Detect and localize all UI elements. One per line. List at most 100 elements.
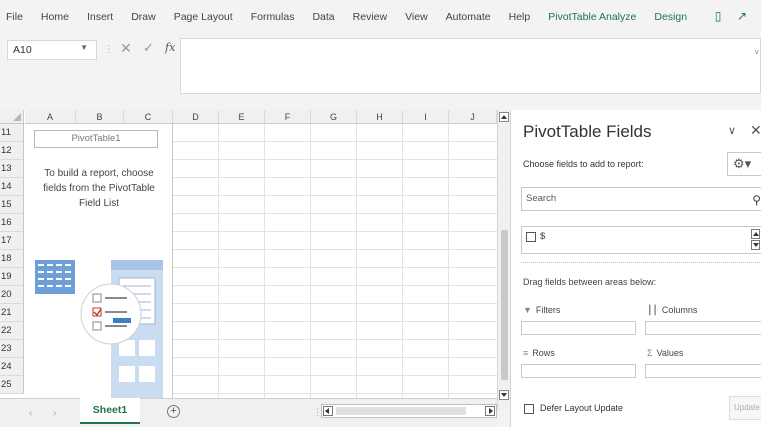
defer-update-label[interactable]: Defer Layout Update (540, 403, 623, 413)
row-header-25[interactable]: 25 (0, 376, 24, 394)
vertical-scrollbar[interactable] (497, 110, 510, 410)
field-checkbox[interactable] (526, 232, 536, 242)
previous-sheet-icon[interactable]: ‹ (29, 408, 32, 419)
name-box[interactable]: A10 ▼ (7, 40, 97, 60)
row-header-17[interactable]: 17 (0, 232, 24, 250)
pane-options-chevron-icon[interactable]: ∨ (728, 124, 736, 137)
gridline (310, 124, 311, 398)
cancel-icon[interactable]: ✕ (120, 40, 132, 57)
columns-drop-zone[interactable] (645, 321, 761, 335)
scroll-up-icon[interactable] (751, 229, 760, 239)
filters-drop-zone[interactable] (521, 321, 636, 335)
filters-label: Filters (535, 305, 561, 315)
tab-pivottable-analyze[interactable]: PivotTable Analyze (548, 11, 636, 23)
field-list-scrollbar[interactable] (750, 229, 761, 251)
scroll-down-icon[interactable] (499, 390, 509, 400)
tab-page-layout[interactable]: Page Layout (174, 11, 233, 23)
row-header-22[interactable]: 22 (0, 322, 24, 340)
next-sheet-icon[interactable]: › (53, 408, 56, 419)
row-header-14[interactable]: 14 (0, 178, 24, 196)
pivottable-instructions: To build a report, choose fields from th… (29, 166, 169, 211)
formula-input[interactable] (180, 38, 761, 94)
column-header-e[interactable]: E (219, 110, 265, 124)
pivottable-placeholder[interactable]: PivotTable1 To build a report, choose fi… (25, 124, 173, 398)
values-label: Values (656, 348, 684, 358)
defer-update-checkbox[interactable] (524, 404, 534, 414)
column-header-d[interactable]: D (173, 110, 219, 124)
add-sheet-icon[interactable]: + (167, 405, 180, 418)
gridline (218, 124, 219, 398)
drag-fields-label: Drag fields between areas below: (523, 277, 657, 287)
sheet-tab-sheet1[interactable]: Sheet1 (80, 398, 140, 424)
scroll-up-icon[interactable] (499, 112, 509, 122)
row-header-24[interactable]: 24 (0, 358, 24, 376)
scroll-right-icon[interactable] (485, 406, 495, 416)
column-header-i[interactable]: I (403, 110, 449, 124)
tab-insert[interactable]: Insert (87, 11, 113, 23)
rows-icon: ≡ (523, 348, 529, 358)
insert-function-icon[interactable]: fx (165, 41, 175, 54)
row-header-19[interactable]: 19 (0, 268, 24, 286)
row-header-13[interactable]: 13 (0, 160, 24, 178)
select-all-button[interactable] (0, 110, 24, 124)
row-header-12[interactable]: 12 (0, 142, 24, 160)
pivottable-fields-pane: PivotTable Fields ∨ ✕ Choose fields to a… (510, 110, 761, 427)
chevron-down-icon[interactable]: ▼ (80, 43, 88, 52)
column-header-a[interactable]: A (25, 110, 76, 124)
scroll-left-icon[interactable] (323, 406, 333, 416)
row-header-18[interactable]: 18 (0, 250, 24, 268)
column-header-g[interactable]: G (311, 110, 357, 124)
filter-icon: ▼ (523, 305, 532, 315)
tab-help[interactable]: Help (509, 11, 531, 23)
tab-design[interactable]: Design (654, 11, 687, 23)
scroll-down-icon[interactable] (751, 240, 760, 250)
row-header-21[interactable]: 21 (0, 304, 24, 322)
formula-bar-grip-icon[interactable]: ⋮ (104, 44, 114, 55)
filters-area-label: ▼ Filters (523, 305, 560, 315)
pivottable-illustration (35, 260, 163, 398)
row-header-20[interactable]: 20 (0, 286, 24, 304)
horizontal-scrollbar[interactable] (321, 404, 497, 418)
column-header-c[interactable]: C (124, 110, 173, 124)
expand-formula-icon[interactable]: ˅ (754, 48, 759, 57)
tab-review[interactable]: Review (353, 11, 387, 23)
gridline (448, 124, 449, 398)
tab-automate[interactable]: Automate (446, 11, 491, 23)
gridline (356, 124, 357, 398)
tab-formulas[interactable]: Formulas (251, 11, 295, 23)
share-icon[interactable]: ↗ (734, 9, 750, 23)
column-header-b[interactable]: B (76, 110, 124, 124)
worksheet-grid[interactable]: PivotTable1 To build a report, choose fi… (0, 110, 497, 398)
close-icon[interactable]: ✕ (750, 122, 761, 139)
columns-icon: ┃┃ (647, 305, 658, 315)
column-header-j[interactable]: J (449, 110, 497, 124)
row-header-15[interactable]: 15 (0, 196, 24, 214)
columns-area-label: ┃┃ Columns (647, 305, 697, 316)
update-button[interactable]: Update (729, 396, 761, 420)
tab-file[interactable]: File (6, 11, 23, 23)
rows-drop-zone[interactable] (521, 364, 636, 378)
search-icon: ⚲ (752, 193, 761, 207)
instruction-line: fields from the PivotTable (43, 183, 155, 194)
columns-label: Columns (661, 305, 698, 315)
settings-gear-icon[interactable]: ⚙▾ (727, 152, 761, 176)
tab-home[interactable]: Home (41, 11, 69, 23)
enter-icon[interactable]: ✓ (143, 40, 154, 56)
tab-draw[interactable]: Draw (131, 11, 156, 23)
row-header-16[interactable]: 16 (0, 214, 24, 232)
field-label[interactable]: $ (540, 231, 545, 242)
row-header-23[interactable]: 23 (0, 340, 24, 358)
comments-icon[interactable]: ▯ (710, 9, 726, 23)
column-header-h[interactable]: H (357, 110, 403, 124)
tab-data[interactable]: Data (312, 11, 334, 23)
row-header-11[interactable]: 11 (0, 124, 24, 142)
tab-view[interactable]: View (405, 11, 428, 23)
field-search-input[interactable]: Search ⚲ (521, 187, 761, 211)
column-header-f[interactable]: F (265, 110, 311, 124)
vertical-scroll-thumb[interactable] (501, 230, 508, 380)
name-box-value: A10 (13, 44, 32, 56)
pivottable-name: PivotTable1 (34, 130, 158, 148)
horizontal-scroll-thumb[interactable] (336, 407, 466, 415)
values-drop-zone[interactable] (645, 364, 761, 378)
rows-label: Rows (532, 348, 555, 358)
